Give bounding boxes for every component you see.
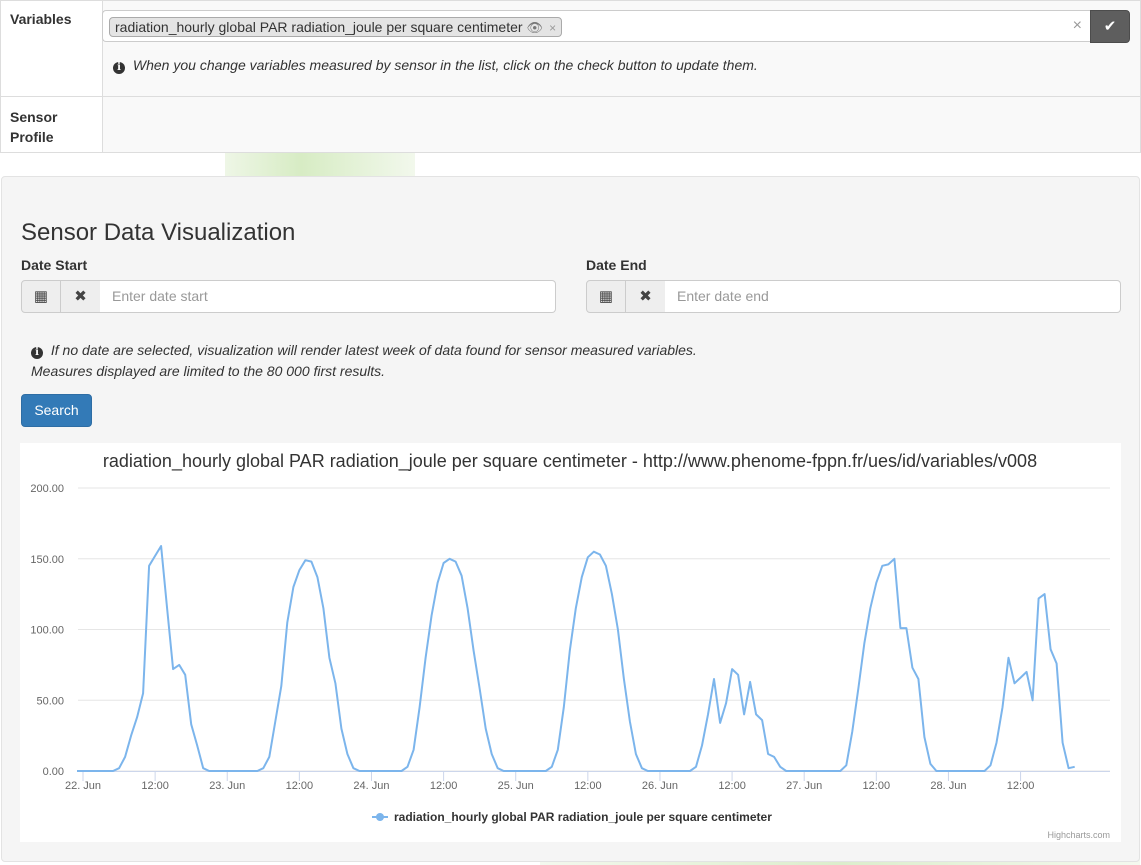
info-circle-icon: i xyxy=(31,347,43,359)
remove-icon: ✖ xyxy=(639,288,652,305)
calendar-icon: ▦ xyxy=(598,288,614,305)
chart-credits: Highcharts.com xyxy=(1047,830,1110,840)
date-end-clear-button[interactable]: ✖ xyxy=(626,280,666,313)
date-note-line1-text: If no date are selected, visualization w… xyxy=(50,342,697,358)
visualization-title: Sensor Data Visualization xyxy=(21,219,296,246)
x-tick-label: 12:00 xyxy=(574,780,602,792)
sensor-profile-label: Sensor Profile xyxy=(0,96,103,153)
legend-marker xyxy=(376,813,384,821)
variable-tag-label: radiation_hourly global PAR radiation_jo… xyxy=(115,19,523,35)
x-tick-label: 12:00 xyxy=(718,780,746,792)
variable-tag[interactable]: radiation_hourly global PAR radiation_jo… xyxy=(109,17,563,37)
variables-label: Variables xyxy=(0,0,103,97)
info-circle-icon: i xyxy=(113,62,125,74)
date-start-label: Date Start xyxy=(21,257,88,273)
chart-svg: radiation_hourly global PAR radiation_jo… xyxy=(30,451,1110,840)
x-tick-label: 25. Jun xyxy=(498,780,534,792)
sensor-profile-cell xyxy=(102,96,1141,153)
tag-remove-icon[interactable]: × xyxy=(549,21,556,35)
x-tick-label: 28. Jun xyxy=(930,780,966,792)
check-icon: ✔ xyxy=(1103,18,1117,35)
variables-help-label: When you change variables measured by se… xyxy=(132,57,758,73)
date-start-calendar-button[interactable]: ▦ xyxy=(21,280,61,313)
date-end-label: Date End xyxy=(586,257,647,273)
variables-select[interactable]: radiation_hourly global PAR radiation_jo… xyxy=(102,10,1090,42)
date-note-line1: i If no date are selected, visualization… xyxy=(31,342,697,359)
x-tick-label: 12:00 xyxy=(286,780,314,792)
y-tick-label: 50.00 xyxy=(36,695,64,707)
date-start-group: ▦ ✖ Enter date start xyxy=(21,280,556,314)
date-end-input[interactable]: Enter date end xyxy=(665,280,1121,313)
date-end-group: ▦ ✖ Enter date end xyxy=(586,280,1121,314)
x-tick-label: 26. Jun xyxy=(642,780,678,792)
calendar-icon: ▦ xyxy=(33,288,49,305)
x-tick-label: 27. Jun xyxy=(786,780,822,792)
x-tick-label: 23. Jun xyxy=(209,780,245,792)
search-button[interactable]: Search xyxy=(21,394,92,427)
x-tick-label: 12:00 xyxy=(863,780,891,792)
x-tick-label: 12:00 xyxy=(141,780,169,792)
x-tick-label: 12:00 xyxy=(1007,780,1035,792)
date-end-calendar-button[interactable]: ▦ xyxy=(586,280,626,313)
y-tick-label: 0.00 xyxy=(43,766,64,778)
sensor-chart: radiation_hourly global PAR radiation_jo… xyxy=(20,443,1121,842)
update-variables-button[interactable]: ✔ xyxy=(1090,10,1130,43)
sensor-profile-row: Sensor Profile xyxy=(0,96,1141,153)
y-tick-label: 100.00 xyxy=(30,625,64,637)
variables-help-text: i When you change variables measured by … xyxy=(113,57,758,74)
x-tick-label: 24. Jun xyxy=(353,780,389,792)
chart-title: radiation_hourly global PAR radiation_jo… xyxy=(103,451,1037,472)
legend-label: radiation_hourly global PAR radiation_jo… xyxy=(394,810,772,824)
remove-icon: ✖ xyxy=(74,288,87,305)
x-tick-label: 22. Jun xyxy=(65,780,101,792)
date-start-input[interactable]: Enter date start xyxy=(100,280,556,313)
clear-all-icon[interactable]: × xyxy=(1073,17,1082,35)
series-line xyxy=(77,545,1075,772)
eye-icon[interactable]: 👁 xyxy=(527,20,544,35)
y-tick-label: 200.00 xyxy=(30,483,64,495)
date-note-line2: Measures displayed are limited to the 80… xyxy=(31,363,386,379)
date-start-clear-button[interactable]: ✖ xyxy=(61,280,101,313)
y-tick-label: 150.00 xyxy=(30,554,64,566)
x-tick-label: 12:00 xyxy=(430,780,458,792)
